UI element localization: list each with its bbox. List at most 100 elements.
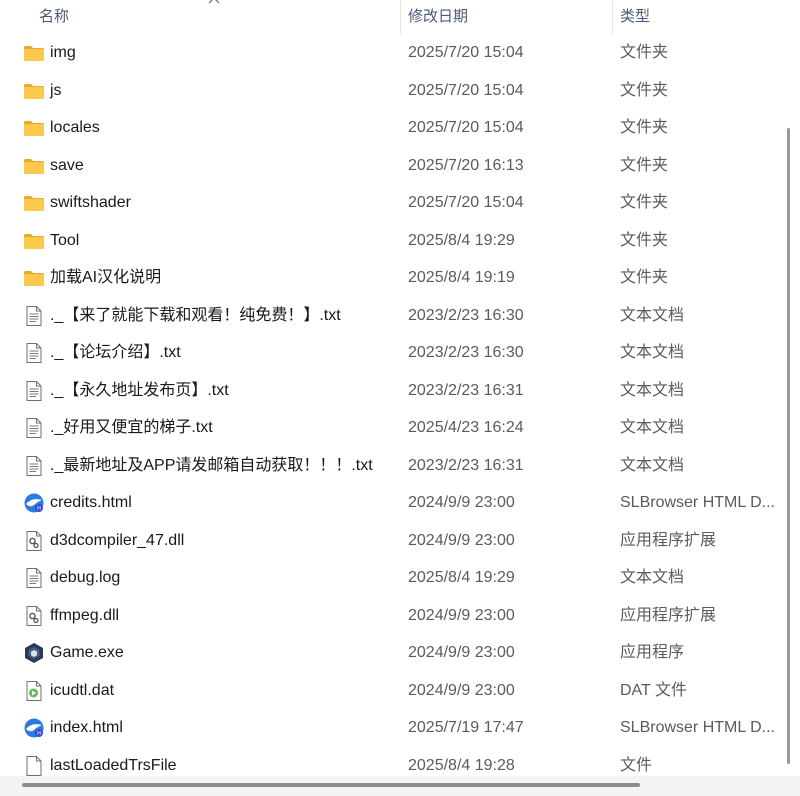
file-name: ffmpeg.dll	[50, 606, 120, 624]
file-type: 文件夹	[620, 269, 669, 286]
file-name: js	[50, 81, 62, 99]
column-divider[interactable]	[612, 0, 613, 34]
file-name: ._【永久地址发布页】.txt	[50, 381, 229, 399]
browser-html-icon: H	[23, 717, 45, 739]
file-row[interactable]: Hcredits.html 2024/9/9 23:00 SLBrowser HTM…	[0, 484, 778, 521]
file-type: 应用程序扩展	[620, 531, 717, 549]
file-modified-date: 2025/7/20 16:13	[408, 156, 524, 174]
file-row[interactable]: debug.log 2025/8/4 19:29 文本文档	[0, 559, 778, 596]
file-name: ._好用又便宜的梯子.txt	[50, 419, 213, 436]
file-name: debug.log	[50, 569, 121, 586]
column-divider[interactable]	[400, 0, 401, 34]
game-exe-icon	[23, 642, 45, 664]
folder-icon	[23, 117, 45, 139]
text-file-icon	[23, 567, 45, 589]
folder-icon	[23, 267, 45, 289]
file-name: ._【论坛介绍】.txt	[50, 344, 181, 361]
file-type: 文件夹	[620, 156, 669, 174]
text-file-icon	[23, 455, 45, 477]
file-modified-date: 2025/7/20 15:04	[408, 81, 524, 99]
folder-icon	[23, 155, 45, 177]
file-modified-date: 2025/7/19 17:47	[408, 719, 524, 736]
file-modified-date: 2025/7/20 15:04	[408, 194, 524, 211]
file-row[interactable]: save 2025/7/20 16:13 文件夹	[0, 147, 778, 184]
file-type: 应用程序扩展	[620, 606, 717, 624]
file-row[interactable]: swiftshader 2025/7/20 15:04 文件夹	[0, 184, 778, 221]
vertical-scrollbar-thumb[interactable]	[787, 128, 790, 764]
column-date-header[interactable]: 修改日期	[408, 0, 468, 34]
file-type: 文本文档	[620, 381, 685, 399]
file-modified-date: 2024/9/9 23:00	[408, 681, 515, 699]
file-type: 文件夹	[620, 119, 669, 136]
file-modified-date: 2024/9/9 23:00	[408, 606, 515, 624]
file-type: 文本文档	[620, 569, 685, 586]
file-row[interactable]: ._【来了就能下载和观看！纯免费！】.txt 2023/2/23 16:30 文本文…	[0, 297, 778, 334]
file-name: 加载AI汉化说明	[50, 269, 162, 286]
file-modified-date: 2024/9/9 23:00	[408, 644, 515, 661]
file-modified-date: 2024/9/9 23:00	[408, 531, 515, 549]
svg-text:H: H	[37, 731, 41, 737]
file-type: 文件夹	[620, 194, 669, 211]
file-name: Game.exe	[50, 644, 124, 661]
file-name: swiftshader	[50, 194, 131, 211]
file-type: 文本文档	[620, 344, 685, 361]
blank-file-icon	[23, 755, 45, 777]
media-file-icon	[23, 680, 45, 702]
column-name-header[interactable]: 名称	[39, 0, 69, 34]
file-row[interactable]: ffmpeg.dll 2024/9/9 23:00 应用程序扩展	[0, 597, 778, 634]
file-name: ._【来了就能下载和观看！纯免费！】.txt	[50, 306, 341, 324]
file-modified-date: 2024/9/9 23:00	[408, 494, 515, 511]
horizontal-scrollbar-thumb[interactable]	[22, 783, 640, 787]
file-row[interactable]: 加载AI汉化说明 2025/8/4 19:19 文件夹	[0, 259, 778, 296]
file-name: ._最新地址及APP请发邮箱自动获取！！！.txt	[50, 456, 373, 474]
dll-gear-icon	[23, 605, 45, 627]
file-row[interactable]: ._【永久地址发布页】.txt 2023/2/23 16:31 文本文档	[0, 372, 778, 409]
file-row[interactable]: ._【论坛介绍】.txt 2023/2/23 16:30 文本文档	[0, 334, 778, 371]
file-name: locales	[50, 119, 100, 136]
file-row[interactable]: ._好用又便宜的梯子.txt 2025/4/23 16:24 文本文档	[0, 409, 778, 446]
file-modified-date: 2023/2/23 16:31	[408, 456, 524, 474]
sort-ascending-icon	[208, 0, 220, 4]
file-name: index.html	[50, 719, 123, 736]
file-type: SLBrowser HTML D...	[620, 494, 775, 511]
file-name: credits.html	[50, 494, 132, 511]
folder-icon	[23, 230, 45, 252]
file-name: img	[50, 44, 76, 61]
file-modified-date: 2023/2/23 16:30	[408, 306, 524, 324]
file-name: d3dcompiler_47.dll	[50, 531, 185, 549]
file-row[interactable]: icudtl.dat 2024/9/9 23:00 DAT 文件	[0, 672, 778, 709]
file-type: 文本文档	[620, 456, 685, 474]
browser-html-icon: H	[23, 492, 45, 514]
column-type-header[interactable]: 类型	[620, 0, 650, 34]
file-type: 文件夹	[620, 81, 669, 99]
file-row[interactable]: d3dcompiler_47.dll 2024/9/9 23:00 应用程序扩展	[0, 522, 778, 559]
file-row[interactable]: Tool 2025/8/4 19:29 文件夹	[0, 222, 778, 259]
file-modified-date: 2025/4/23 16:24	[408, 419, 524, 436]
file-modified-date: 2025/7/20 15:04	[408, 44, 524, 61]
file-row[interactable]: ._最新地址及APP请发邮箱自动获取！！！.txt 2023/2/23 16:31…	[0, 447, 778, 484]
text-file-icon	[23, 342, 45, 364]
file-type: 文件夹	[620, 231, 669, 249]
file-row[interactable]: Hindex.html 2025/7/19 17:47 SLBrowser HTML…	[0, 709, 778, 746]
file-modified-date: 2025/7/20 15:04	[408, 119, 524, 136]
file-row[interactable]: img 2025/7/20 15:04 文件夹	[0, 34, 778, 71]
text-file-icon	[23, 380, 45, 402]
file-row[interactable]: locales 2025/7/20 15:04 文件夹	[0, 109, 778, 146]
file-row[interactable]: js 2025/7/20 15:04 文件夹	[0, 72, 778, 109]
folder-icon	[23, 42, 45, 64]
file-type: DAT 文件	[620, 681, 687, 699]
text-file-icon	[23, 417, 45, 439]
file-modified-date: 2023/2/23 16:31	[408, 381, 524, 399]
file-type: 应用程序	[620, 644, 685, 661]
file-modified-date: 2025/8/4 19:29	[408, 569, 515, 586]
file-type: SLBrowser HTML D...	[620, 719, 775, 736]
column-header: 名称 修改日期 类型	[0, 0, 778, 34]
file-name: save	[50, 156, 84, 174]
text-file-icon	[23, 305, 45, 327]
file-row[interactable]: Game.exe 2024/9/9 23:00 应用程序	[0, 634, 778, 671]
file-modified-date: 2025/8/4 19:29	[408, 231, 515, 249]
svg-text:H: H	[37, 506, 41, 512]
file-type: 文本文档	[620, 419, 685, 436]
file-modified-date: 2025/8/4 19:19	[408, 269, 515, 286]
file-modified-date: 2023/2/23 16:30	[408, 344, 524, 361]
